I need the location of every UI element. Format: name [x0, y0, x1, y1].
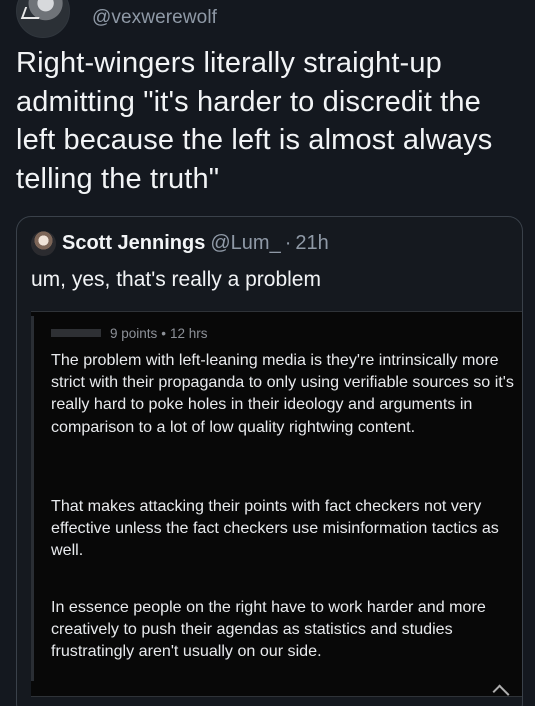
tweet-screenshot: @vexwerewolf Right-wingers literally str… [0, 0, 535, 706]
quoted-tweet-text: um, yes, that's really a problem [31, 268, 321, 291]
comment-paragraph-1: The problem with left-leaning media is t… [51, 351, 514, 436]
comment-separator: • [161, 325, 167, 341]
quoted-tweet-separator: · [284, 231, 292, 254]
quoted-tweet-time[interactable]: 21h [295, 232, 328, 255]
quoted-author-avatar[interactable] [31, 230, 56, 256]
comment-paragraph-2: That makes attacking their points with f… [51, 497, 499, 560]
comment-time: 12 hrs [170, 325, 208, 341]
comment-points: 9 points [110, 325, 158, 341]
profile-avatar-icon [20, 7, 44, 19]
comment-thread-line [31, 316, 34, 681]
tweet-header: @vexwerewolf [0, 0, 535, 38]
embedded-comment-screenshot: 9 points • 12 hrs The problem with left-… [31, 311, 522, 697]
author-handle[interactable]: @vexwerewolf [92, 7, 217, 29]
quoted-author-handle[interactable]: @Lum_ [210, 232, 280, 255]
quoted-author-name[interactable]: Scott Jennings [62, 232, 205, 255]
quoted-tweet-card[interactable]: Scott Jennings @Lum_ · 21h um, yes, that… [16, 216, 523, 706]
redacted-username [51, 329, 101, 337]
quoted-tweet-header: Scott Jennings @Lum_ · 21h [31, 230, 329, 256]
tweet-text: Right-wingers literally straight-up admi… [16, 47, 493, 195]
top-avatar[interactable] [16, 0, 70, 38]
comment-paragraph-3: In essence people on the right have to w… [51, 598, 486, 661]
comment-metadata: 9 points • 12 hrs [51, 324, 208, 342]
